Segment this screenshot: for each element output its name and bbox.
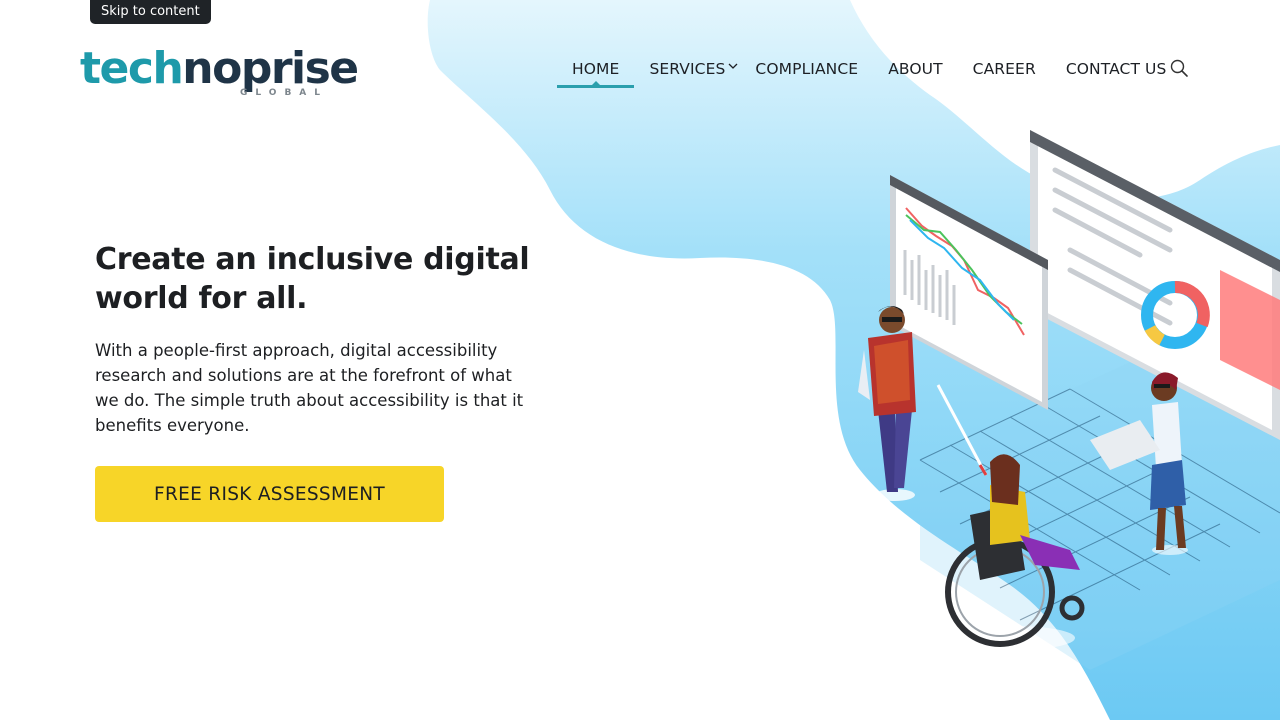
nav-contact-us[interactable]: CONTACT US [1051,58,1182,88]
nav-compliance[interactable]: COMPLIANCE [740,58,873,88]
main-navigation: HOME SERVICES COMPLIANCE ABOUT CAREER CO… [557,58,1181,90]
nav-home[interactable]: HOME [557,58,635,88]
skip-to-content-link[interactable]: Skip to content [90,0,211,24]
logo-subtext: GLOBAL [240,88,329,98]
free-risk-assessment-button[interactable]: FREE RISK ASSESSMENT [95,466,444,522]
nav-about[interactable]: ABOUT [873,58,957,88]
hero-heading: Create an inclusive digital world for al… [95,242,530,316]
technoprise-logo[interactable]: technoprise GLOBAL [80,43,359,99]
hero-description: With a people-first approach, digital ac… [95,341,524,435]
accessibility-illustration [858,130,1280,670]
search-icon[interactable] [1169,58,1189,78]
nav-services[interactable]: SERVICES [634,58,740,88]
nav-career[interactable]: CAREER [958,58,1051,88]
logo-text-noprise: noprise [182,43,359,94]
nav-services-label: SERVICES [649,60,726,78]
logo-text-tech: tech [80,43,184,94]
chevron-down-icon[interactable] [727,60,739,72]
